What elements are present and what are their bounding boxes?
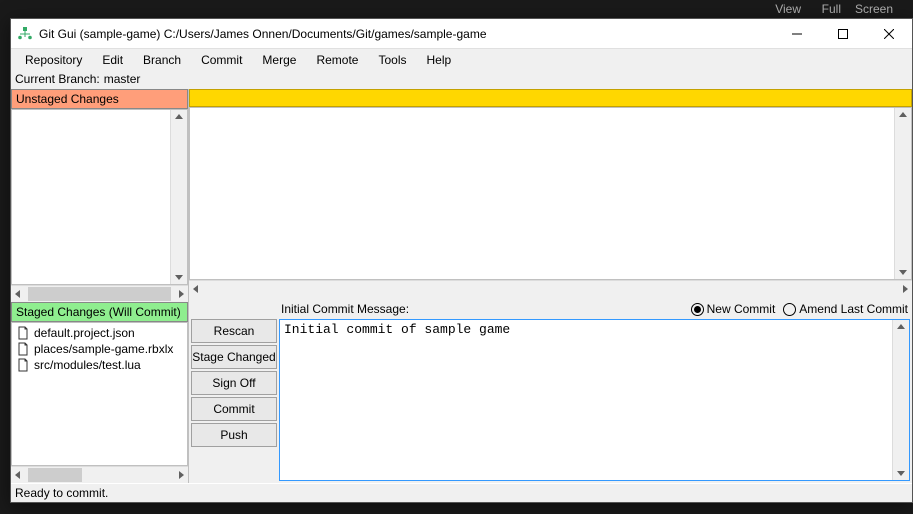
bg-menu-view: View [775, 2, 801, 16]
sign-off-button[interactable]: Sign Off [191, 371, 277, 395]
stage-changed-button[interactable]: Stage Changed [191, 345, 277, 369]
branch-bar: Current Branch: master [11, 71, 912, 89]
amend-commit-label: Amend Last Commit [799, 302, 908, 316]
menu-merge[interactable]: Merge [252, 51, 306, 69]
bg-menu-full: Full [822, 2, 841, 16]
scrollbar-horizontal-unstaged[interactable] [11, 285, 188, 302]
branch-name: master [104, 72, 141, 88]
rescan-button[interactable]: Rescan [191, 319, 277, 343]
file-icon [16, 358, 30, 372]
file-name: places/sample-game.rbxlx [34, 342, 173, 356]
right-column: Rescan Stage Changed Sign Off Commit Pus… [189, 89, 912, 483]
commit-message-column: Initial Commit Message: New Commit Amend… [279, 297, 912, 483]
close-button[interactable] [866, 19, 912, 48]
titlebar[interactable]: Git Gui (sample-game) C:/Users/James Onn… [11, 19, 912, 49]
status-bar: Ready to commit. [11, 483, 912, 502]
content-area: Unstaged Changes Staged Changes (Will Co… [11, 89, 912, 483]
commit-message-box [279, 319, 910, 481]
scrollbar-horizontal-diff[interactable] [189, 280, 912, 297]
branch-label: Current Branch: [15, 72, 100, 88]
staged-header[interactable]: Staged Changes (Will Commit) [11, 302, 188, 322]
status-text: Ready to commit. [15, 486, 108, 500]
commit-button[interactable]: Commit [191, 397, 277, 421]
menu-commit[interactable]: Commit [191, 51, 252, 69]
scrollbar-vertical[interactable] [170, 110, 187, 284]
radio-icon [783, 303, 796, 316]
staged-file-row[interactable]: places/sample-game.rbxlx [14, 341, 185, 357]
menu-help[interactable]: Help [416, 51, 461, 69]
window-title: Git Gui (sample-game) C:/Users/James Onn… [39, 27, 774, 41]
action-buttons: Rescan Stage Changed Sign Off Commit Pus… [189, 297, 279, 483]
menu-edit[interactable]: Edit [92, 51, 133, 69]
file-icon [16, 326, 30, 340]
scrollbar-horizontal-staged[interactable] [11, 466, 188, 483]
maximize-button[interactable] [820, 19, 866, 48]
staged-file-row[interactable]: default.project.json [14, 325, 185, 341]
menu-tools[interactable]: Tools [368, 51, 416, 69]
diff-body[interactable] [189, 107, 912, 280]
staged-file-list[interactable]: default.project.json places/sample-game.… [11, 322, 188, 466]
commit-area: Rescan Stage Changed Sign Off Commit Pus… [189, 297, 912, 483]
file-name: default.project.json [34, 326, 135, 340]
menubar: Repository Edit Branch Commit Merge Remo… [11, 49, 912, 71]
menu-repository[interactable]: Repository [15, 51, 92, 69]
menu-branch[interactable]: Branch [133, 51, 191, 69]
diff-pane [189, 89, 912, 297]
file-name: src/modules/test.lua [34, 358, 141, 372]
commit-message-input[interactable] [280, 320, 909, 480]
menu-remote[interactable]: Remote [306, 51, 368, 69]
unstaged-file-list[interactable] [11, 109, 188, 285]
commit-header: Initial Commit Message: New Commit Amend… [279, 299, 910, 319]
diff-header[interactable] [189, 89, 912, 107]
new-commit-radio[interactable]: New Commit [691, 302, 776, 316]
new-commit-label: New Commit [707, 302, 776, 316]
file-icon [16, 342, 30, 356]
commit-message-label: Initial Commit Message: [281, 302, 409, 316]
staged-file-row[interactable]: src/modules/test.lua [14, 357, 185, 373]
git-gui-window: Git Gui (sample-game) C:/Users/James Onn… [10, 18, 913, 503]
radio-icon [691, 303, 704, 316]
scrollbar-vertical[interactable] [894, 108, 911, 279]
bg-menu-screen: Screen [855, 2, 893, 16]
amend-commit-radio[interactable]: Amend Last Commit [783, 302, 908, 316]
minimize-button[interactable] [774, 19, 820, 48]
unstaged-header[interactable]: Unstaged Changes [11, 89, 188, 109]
scrollbar-vertical[interactable] [892, 320, 909, 480]
left-column: Unstaged Changes Staged Changes (Will Co… [11, 89, 189, 483]
app-icon [17, 26, 33, 42]
push-button[interactable]: Push [191, 423, 277, 447]
